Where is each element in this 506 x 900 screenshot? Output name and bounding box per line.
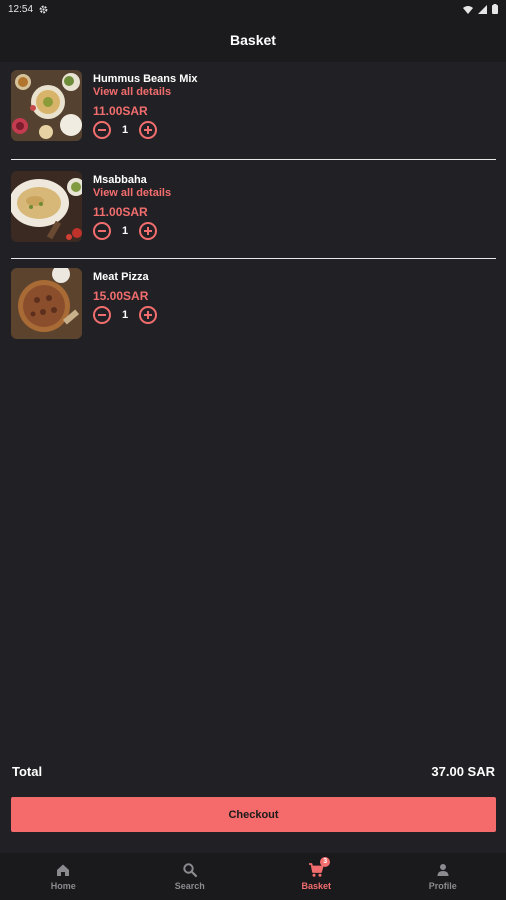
nav-label: Search — [174, 881, 205, 891]
nav-label: Home — [50, 881, 76, 891]
search-icon — [183, 863, 197, 878]
pizza-thumbnail — [11, 268, 82, 339]
quantity-stepper: 1 — [93, 306, 157, 324]
basket-list: Hummus Beans Mix View all details 11.00S… — [11, 70, 496, 343]
item-info: Hummus Beans Mix View all details 11.00S… — [93, 70, 198, 139]
total-label: Total — [12, 764, 43, 779]
basket-count-badge: 3 — [320, 857, 331, 867]
checkout-button[interactable]: Checkout — [11, 797, 496, 832]
nav-item-home[interactable]: Home — [0, 853, 127, 900]
total-row: Total 37.00 SAR — [12, 764, 495, 779]
decrease-quantity-button[interactable] — [93, 222, 111, 240]
basket-item[interactable]: Hummus Beans Mix View all details 11.00S… — [11, 70, 496, 159]
basket-item[interactable]: Msabbaha View all details 11.00SAR 1 — [11, 160, 496, 258]
item-info: Msabbaha View all details 11.00SAR 1 — [93, 171, 171, 240]
item-price: 15.00SAR — [93, 289, 149, 303]
nav-label: Profile — [428, 881, 457, 891]
nav-item-profile[interactable]: Profile — [380, 853, 506, 900]
item-quantity: 1 — [121, 124, 129, 136]
decrease-quantity-button[interactable] — [93, 121, 111, 139]
battery-icon — [492, 4, 498, 14]
page-title: Basket — [230, 32, 276, 48]
item-name: Msabbaha — [93, 174, 147, 186]
home-icon — [57, 864, 70, 876]
item-price: 11.00SAR — [93, 205, 148, 219]
item-name: Hummus Beans Mix — [93, 73, 198, 85]
increase-quantity-button[interactable] — [139, 306, 157, 324]
item-price: 11.00SAR — [93, 104, 148, 118]
view-details-link[interactable]: View all details — [93, 187, 171, 200]
view-details-link[interactable]: View all details — [93, 86, 198, 99]
item-quantity: 1 — [121, 225, 129, 237]
item-name: Meat Pizza — [93, 271, 149, 283]
quantity-stepper: 1 — [93, 121, 198, 139]
status-bar: 12:54 — [0, 0, 506, 18]
nav-label: Basket — [301, 881, 332, 891]
msabbaha-thumbnail — [11, 171, 82, 242]
status-right — [463, 4, 498, 14]
item-info: Meat Pizza 15.00SAR 1 — [93, 268, 157, 324]
decrease-quantity-button[interactable] — [93, 306, 111, 324]
basket-screen: 12:54 Basket Hummus Beans Mix View all d… — [0, 0, 506, 900]
increase-quantity-button[interactable] — [139, 121, 157, 139]
wifi-icon — [463, 5, 473, 14]
total-value: 37.00 SAR — [431, 764, 495, 779]
nav-item-search[interactable]: Search — [127, 853, 254, 900]
basket-item[interactable]: Meat Pizza 15.00SAR 1 — [11, 259, 496, 343]
status-time: 12:54 — [8, 3, 34, 15]
status-left: 12:54 — [8, 4, 48, 15]
checkout-label: Checkout — [228, 808, 279, 821]
signal-icon — [478, 4, 487, 14]
gear-icon — [39, 5, 48, 13]
increase-quantity-button[interactable] — [139, 222, 157, 240]
bottom-nav: Home Search 3 Basket Profile — [0, 853, 506, 900]
nav-item-basket[interactable]: 3 Basket — [253, 853, 380, 900]
app-header: Basket — [0, 18, 506, 62]
hummus-thumbnail — [11, 70, 82, 141]
item-quantity: 1 — [121, 309, 129, 321]
quantity-stepper: 1 — [93, 222, 171, 240]
person-icon — [437, 864, 449, 876]
